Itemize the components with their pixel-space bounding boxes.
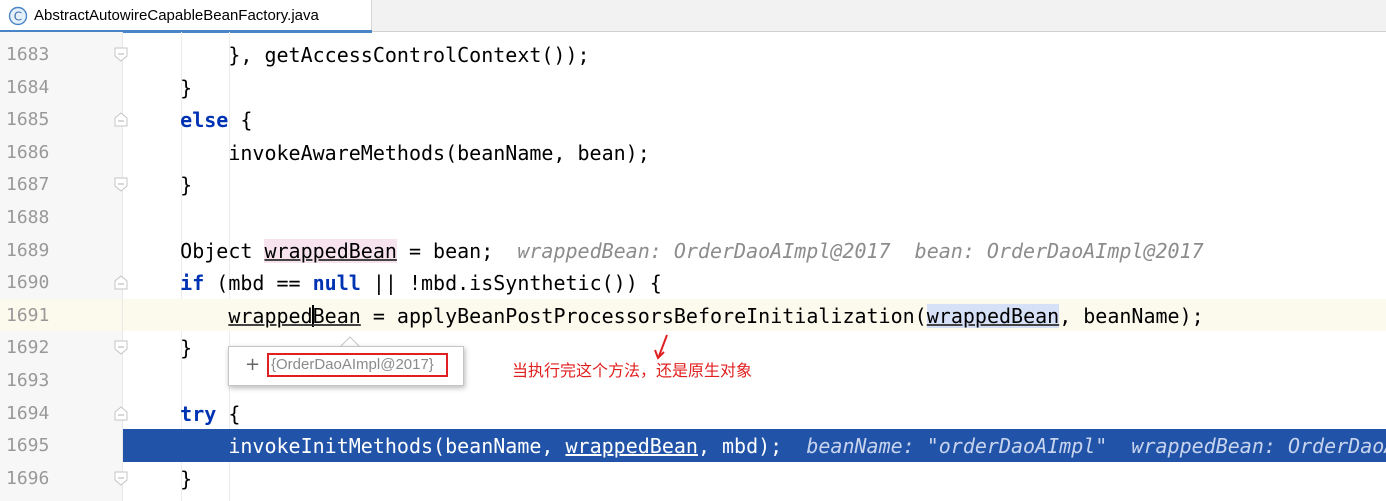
code-text: else {	[132, 108, 252, 132]
line-number: 1687	[6, 174, 50, 196]
variable-wrappedBean-argument[interactable]: wrappedBean	[926, 303, 1060, 328]
variable-wrappedBean[interactable]: wrappedBean	[228, 304, 360, 328]
code-line-current[interactable]: 1691 wrappedBean = applyBeanPostProcesso…	[0, 298, 1386, 332]
code-text: if (mbd == null || !mbd.isSynthetic()) {	[132, 271, 662, 295]
gutter-cell[interactable]: 1696	[0, 462, 128, 495]
file-tab-title: AbstractAutowireCapableBeanFactory.java	[34, 7, 319, 24]
plus-icon[interactable]: +	[245, 354, 260, 375]
code-line[interactable]: 1688	[0, 201, 1386, 234]
code-text: }, getAccessControlContext());	[132, 43, 590, 67]
code-fragment: , beanName);	[1059, 303, 1204, 328]
fold-end-icon[interactable]	[114, 340, 128, 356]
code-text: }	[132, 466, 193, 491]
popup-value-text[interactable]: {OrderDaoAImpl@2017}	[267, 353, 448, 377]
keyword-else: else	[180, 108, 229, 133]
code-text: }	[132, 336, 193, 361]
gutter-cell[interactable]: 1690	[0, 266, 128, 299]
code-fragment: = bean;	[396, 238, 494, 263]
code-fragment: , mbd);	[697, 434, 783, 459]
keyword-if: if	[180, 271, 205, 296]
code-fragment: = applyBeanPostProcessorsBeforeInitializ…	[360, 303, 927, 328]
variable-wrappedBean[interactable]: wrappedBean	[264, 238, 397, 263]
code-fragment: Object	[132, 238, 265, 263]
line-number: 1688	[6, 207, 50, 228]
code-line[interactable]: 1683 }, getAccessControlContext());	[0, 38, 1386, 71]
fold-end-icon[interactable]	[114, 177, 128, 193]
code-text: Object wrappedBean = bean; wrappedBean: …	[132, 238, 1204, 263]
code-text: }	[132, 173, 193, 198]
gutter-cell[interactable]: 1685	[0, 103, 128, 136]
line-number: 1683	[6, 44, 50, 65]
code-text: }	[132, 75, 193, 100]
gutter-cell[interactable]: 1689	[0, 234, 122, 267]
fold-start-icon[interactable]	[114, 112, 128, 127]
gutter-cell[interactable]: 1694	[0, 397, 128, 430]
line-number: 1685	[6, 109, 50, 131]
gutter-cell[interactable]: 1693	[0, 364, 122, 397]
gutter-cell[interactable]: 1686	[0, 136, 122, 169]
gutter-cell[interactable]: 1692	[0, 331, 128, 364]
code-line[interactable]: 1685 else {	[0, 103, 1386, 136]
code-line[interactable]: 1694 try {	[0, 397, 1386, 430]
line-number: 1696	[6, 467, 50, 489]
gutter-cell[interactable]: 1691	[0, 298, 122, 332]
variable-part: Bean	[312, 303, 361, 328]
code-text: invokeAwareMethods(beanName, bean);	[132, 140, 650, 165]
code-line[interactable]: 1696 }	[0, 462, 1386, 495]
line-number: 1693	[6, 370, 50, 391]
debug-value-popup[interactable]: + {OrderDaoAImpl@2017}	[228, 346, 464, 386]
code-fragment: {	[216, 401, 241, 426]
code-fragment: (mbd ==	[204, 271, 313, 296]
code-fragment: || !mbd.isSynthetic()) {	[360, 271, 662, 296]
code-line[interactable]: 1684 }	[0, 71, 1386, 104]
code-line[interactable]: 1690 if (mbd == null || !mbd.isSynthetic…	[0, 266, 1386, 299]
line-number: 1691	[6, 304, 50, 326]
fold-start-icon[interactable]	[114, 275, 128, 290]
fold-start-icon[interactable]	[114, 405, 128, 421]
fold-end-icon[interactable]	[114, 47, 128, 62]
annotation-text: 当执行完这个方法，还是原生对象	[512, 361, 753, 380]
inline-debug-values: wrappedBean: OrderDaoAImpl@2017 bean: Or…	[493, 238, 1204, 263]
code-line[interactable]: 1689 Object wrappedBean = bean; wrappedB…	[0, 234, 1386, 267]
code-editor[interactable]: 1683 }, getAccessControlContext()); 1684…	[0, 32, 1386, 501]
inline-debug-values: beanName: "orderDaoAImpl" wrappedBean: O…	[806, 434, 1386, 459]
code-fragment: invokeInitMethods(beanName,	[132, 434, 566, 459]
file-tab[interactable]: C AbstractAutowireCapableBeanFactory.jav…	[0, 0, 372, 33]
variable-wrappedBean[interactable]: wrappedBean	[565, 434, 697, 458]
code-text: invokeInitMethods(beanName, wrappedBean,…	[132, 434, 1386, 458]
line-number: 1689	[6, 239, 50, 261]
line-number: 1690	[6, 272, 50, 294]
fold-end-icon[interactable]	[114, 471, 128, 486]
code-line-execution-point[interactable]: 1695 invokeInitMethods(beanName, wrapped…	[0, 429, 1386, 462]
keyword-try: try	[180, 401, 217, 426]
code-text: try {	[132, 402, 240, 426]
gutter-cell[interactable]: 1687	[0, 168, 128, 201]
line-number: 1694	[6, 402, 50, 424]
editor-tab-bar: C AbstractAutowireCapableBeanFactory.jav…	[0, 0, 1386, 33]
code-text: wrappedBean = applyBeanPostProcessorsBef…	[132, 303, 1204, 328]
gutter-cell[interactable]: 1683	[0, 38, 128, 71]
gutter-cell[interactable]: 1695	[0, 429, 122, 462]
code-line[interactable]: 1687 }	[0, 168, 1386, 201]
line-number: 1686	[6, 141, 50, 163]
java-class-icon: C	[8, 6, 28, 26]
gutter-cell[interactable]: 1688	[0, 201, 122, 234]
svg-text:C: C	[14, 10, 22, 24]
line-number: 1684	[6, 76, 50, 98]
line-number: 1695	[6, 435, 50, 457]
code-line[interactable]: 1686 invokeAwareMethods(beanName, bean);	[0, 136, 1386, 169]
gutter-cell[interactable]: 1684	[0, 71, 122, 104]
keyword-null: null	[312, 271, 361, 296]
code-fragment: {	[228, 108, 253, 133]
variable-part: wrapped	[228, 303, 313, 328]
line-number: 1692	[6, 337, 50, 359]
